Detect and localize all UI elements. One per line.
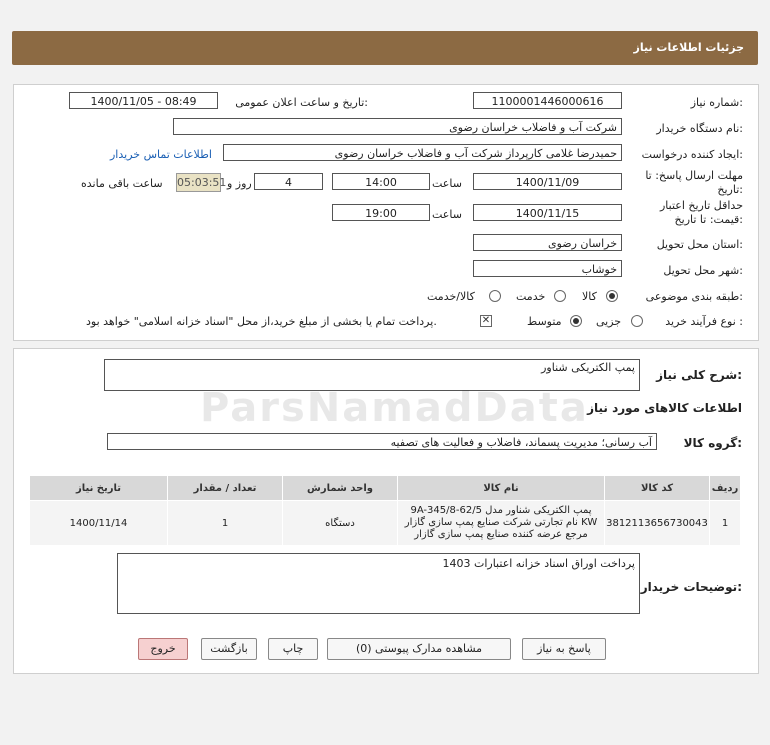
category-radio-service[interactable]	[554, 290, 566, 302]
process-option-medium: متوسط	[527, 315, 562, 328]
validity-label-2: قیمت: تا تاریخ:	[674, 213, 743, 226]
category-radio-goods-service[interactable]	[489, 290, 501, 302]
cell-code: 3812113656730043	[604, 500, 710, 546]
col-name: نام کالا	[397, 475, 605, 501]
cell-row: 1	[709, 500, 741, 546]
summary-label: شرح کلی نیاز:	[656, 368, 742, 382]
city-label: شهر محل تحویل:	[663, 264, 743, 277]
watermark: ParsNamadData	[200, 385, 589, 431]
process-radio-medium[interactable]	[570, 315, 582, 327]
buyer-notes-label: توضیحات خریدار:	[640, 580, 742, 594]
col-qty: تعداد / مقدار	[167, 475, 283, 501]
need-number-field: 1100001446000616	[473, 92, 622, 109]
treasury-checkbox[interactable]: ✕	[480, 315, 492, 327]
category-label: طبقه بندی موضوعی:	[645, 290, 743, 303]
validity-time-field: 19:00	[332, 204, 430, 221]
city-field: خوشاب	[473, 260, 622, 277]
exit-button[interactable]: خروج	[138, 638, 188, 660]
remaining-label: ساعت باقی مانده	[81, 177, 163, 190]
process-option-minor: جزیی	[596, 315, 622, 328]
deadline-label-2: تاریخ:	[717, 183, 743, 196]
table-row: 1 3812113656730043 پمپ الکتریکی شناور مد…	[29, 500, 741, 546]
goods-group-field: آب رسانی؛ مدیریت پسماند، فاضلاب و فعالیت…	[107, 433, 657, 450]
contact-buyer-link[interactable]: اطلاعات تماس خریدار	[110, 148, 212, 161]
category-option-goods: کالا	[582, 290, 597, 303]
announce-field: 1400/11/05 - 08:49	[69, 92, 218, 109]
cell-qty: 1	[167, 500, 283, 546]
back-button[interactable]: بازگشت	[201, 638, 257, 660]
goods-group-label: گروه کالا:	[683, 436, 742, 450]
col-unit: واحد شمارش	[282, 475, 398, 501]
goods-table-header: ردیف کد کالا نام کالا واحد شمارش تعداد /…	[29, 475, 741, 501]
deadline-time-field: 14:00	[332, 173, 430, 190]
category-option-service: خدمت	[516, 290, 546, 303]
buyer-field: شرکت آب و فاضلاب خراسان رضوی	[173, 118, 622, 135]
cell-date: 1400/11/14	[29, 500, 168, 546]
validity-label: حداقل تاریخ اعتبار	[659, 199, 743, 212]
creator-label: ایجاد کننده درخواست:	[641, 148, 743, 161]
col-row: ردیف	[709, 475, 741, 501]
col-code: کد کالا	[604, 475, 710, 501]
category-radio-goods[interactable]	[606, 290, 618, 302]
page-header: جزئیات اطلاعات نیاز	[12, 31, 758, 65]
deadline-date-field: 1400/11/09	[473, 173, 622, 190]
process-radio-minor[interactable]	[631, 315, 643, 327]
attachments-button[interactable]: مشاهده مدارک پیوستی (0)	[327, 638, 511, 660]
cell-unit: دستگاه	[282, 500, 398, 546]
process-label: نوع فرآیند خرید :	[665, 315, 743, 328]
deadline-time-label: ساعت	[432, 177, 462, 190]
province-label: استان محل تحویل:	[656, 238, 743, 251]
deadline-label: مهلت ارسال پاسخ: تا	[645, 169, 743, 182]
col-date: تاریخ نیاز	[29, 475, 168, 501]
buyer-label: نام دستگاه خریدار:	[656, 122, 743, 135]
cell-name: پمپ الکتریکی شناور مدل 9A-345/8-62/5 KW …	[397, 500, 605, 546]
goods-info-title: اطلاعات کالاهای مورد نیاز	[587, 401, 742, 415]
category-option-goods-service: کالا/خدمت	[427, 290, 475, 303]
need-number-label: شماره نیاز:	[690, 96, 743, 109]
print-button[interactable]: چاپ	[268, 638, 318, 660]
creator-field: حمیدرضا غلامی کارپرداز شرکت آب و فاضلاب …	[223, 144, 622, 161]
validity-time-label: ساعت	[432, 208, 462, 221]
page-title: جزئیات اطلاعات نیاز	[633, 41, 745, 54]
province-field: خراسان رضوی	[473, 234, 622, 251]
announce-label: تاریخ و ساعت اعلان عمومی:	[235, 96, 368, 109]
validity-date-field: 1400/11/15	[473, 204, 622, 221]
reply-button[interactable]: پاسخ به نیاز	[522, 638, 606, 660]
days-label: روز و	[227, 177, 252, 190]
goods-table: ردیف کد کالا نام کالا واحد شمارش تعداد /…	[29, 475, 741, 546]
payment-note: پرداخت تمام یا بخشی از مبلغ خرید،از محل …	[86, 315, 437, 328]
remaining-time-field: 05:03:51	[176, 173, 226, 192]
days-field: 4	[254, 173, 323, 190]
buyer-notes-field: پرداخت اوراق اسناد خزانه اعتبارات 1403	[117, 553, 640, 614]
